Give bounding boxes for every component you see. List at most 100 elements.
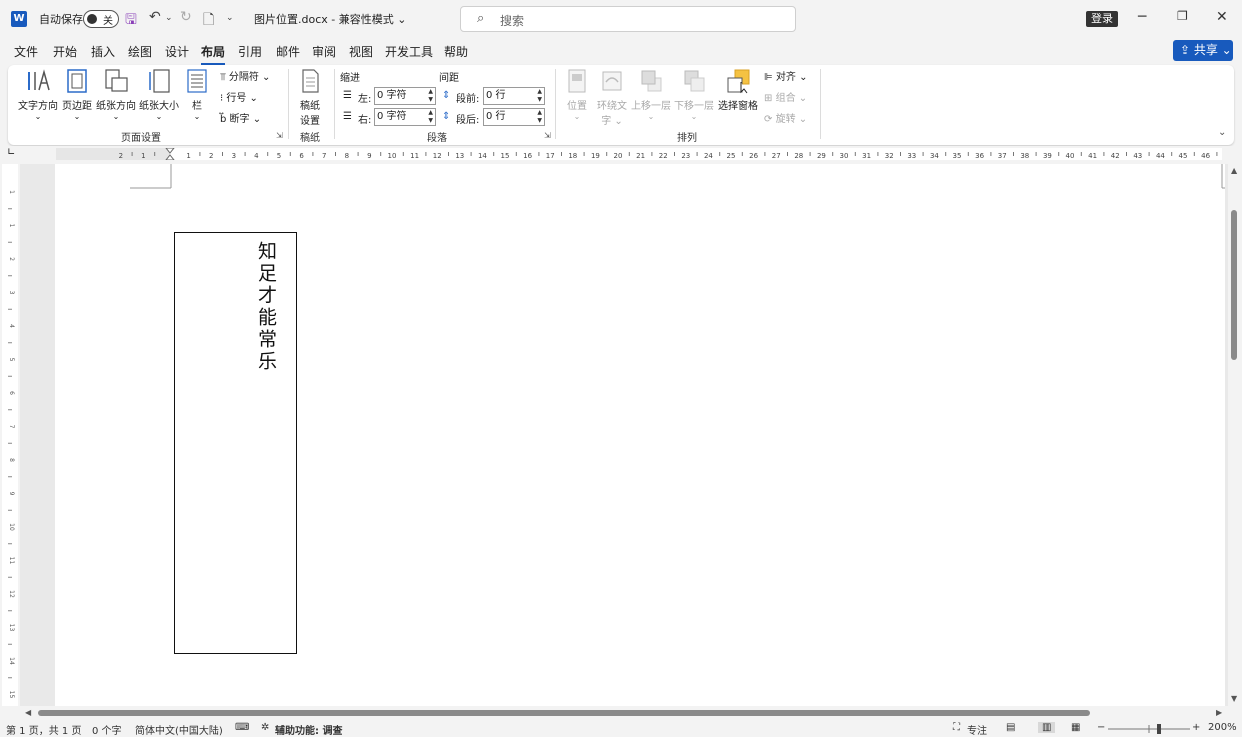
rotate-button[interactable]: ⟳ 旋转 ⌄ — [764, 110, 807, 125]
zoom-out-icon[interactable]: − — [1097, 722, 1105, 733]
autosave-toggle[interactable]: 关 — [83, 10, 119, 28]
tab-developer[interactable]: 开发工具 — [385, 43, 433, 60]
accessibility-icon: ✲ — [261, 722, 270, 733]
tab-stop-selector-icon[interactable]: ∟ — [7, 147, 15, 158]
minimize-icon[interactable]: ─ — [1138, 9, 1146, 25]
position-button[interactable]: 位置 ⌄ — [561, 68, 593, 121]
spinner-arrows-icon[interactable]: ▲ ▼ — [428, 109, 433, 125]
columns-button[interactable]: 栏 ⌄ — [184, 68, 210, 121]
tab-design[interactable]: 设计 — [165, 43, 189, 60]
tab-layout[interactable]: 布局 — [201, 43, 226, 65]
align-label: 对齐 ⌄ — [775, 72, 808, 83]
ruler-number: 4 — [8, 324, 15, 328]
close-icon[interactable]: ✕ — [1216, 9, 1228, 25]
ruler-number: 12 — [433, 152, 442, 160]
hyphenation-icon: b⃡ — [220, 114, 227, 125]
hyphenation-button[interactable]: b⃡ 断字 ⌄ — [220, 110, 261, 125]
text-predictions-icon[interactable]: ⌨ — [235, 722, 249, 733]
tab-help[interactable]: 帮助 — [444, 43, 468, 60]
paragraph-launcher-icon[interactable]: ⇲ — [544, 131, 551, 140]
wrap-text-label-line1: 环绕文 — [597, 101, 627, 112]
focus-mode-button[interactable]: 专注 — [967, 722, 987, 737]
tab-review[interactable]: 审阅 — [312, 43, 336, 60]
line-numbers-icon: ⁝ — [220, 93, 224, 104]
tab-home[interactable]: 开始 — [53, 43, 77, 60]
line-numbers-button[interactable]: ⁝ 行号 ⌄ — [220, 89, 258, 104]
print-preview-icon[interactable]: 🗋 — [203, 9, 214, 33]
horizontal-scroll-thumb[interactable] — [38, 710, 1090, 716]
scroll-up-icon[interactable]: ▲ — [1231, 166, 1237, 175]
bring-forward-button[interactable]: 上移一层 ⌄ — [631, 68, 671, 121]
tab-mailings[interactable]: 邮件 — [276, 43, 300, 60]
share-button[interactable]: ⇪ 共享 ⌄ — [1173, 40, 1233, 61]
page-setup-launcher-icon[interactable]: ⇲ — [276, 131, 283, 140]
zoom-level[interactable]: 200% — [1208, 722, 1237, 733]
web-layout-icon[interactable]: ▦ — [1071, 722, 1080, 733]
spinner-arrows-icon[interactable]: ▲ ▼ — [537, 109, 542, 125]
scroll-right-icon[interactable]: ▶ — [1216, 708, 1222, 717]
vertical-text-box[interactable]: 知足才能常乐 — [174, 232, 297, 654]
collapse-ribbon-icon[interactable]: ⌄ — [1218, 127, 1226, 138]
vertical-scrollbar[interactable]: ▲ ▼ — [1228, 164, 1242, 706]
orientation-button[interactable]: 纸张方向 ⌄ — [95, 68, 137, 121]
size-button[interactable]: 纸张大小 ⌄ — [137, 68, 181, 121]
ruler-number: 1 — [8, 190, 15, 194]
breaks-button[interactable]: ⫪ 分隔符 ⌄ — [220, 68, 270, 83]
tab-file[interactable]: 文件 — [14, 43, 38, 60]
horizontal-scrollbar[interactable]: ◀ ▶ — [20, 706, 1228, 720]
scroll-down-icon[interactable]: ▼ — [1231, 694, 1237, 703]
text-direction-button[interactable]: 文字方向 ⌄ — [16, 68, 60, 121]
indent-header: 缩进 — [340, 73, 360, 84]
spinner-arrows-icon[interactable]: ▲ ▼ — [537, 88, 542, 104]
indent-left-input[interactable]: 0 字符 ▲ ▼ — [374, 87, 436, 105]
spacing-after-input[interactable]: 0 行 ▲ ▼ — [483, 108, 545, 126]
manuscript-settings-button[interactable]: 稿纸 设置 — [295, 68, 325, 127]
scroll-left-icon[interactable]: ◀ — [25, 708, 31, 717]
read-mode-icon[interactable]: ▤ — [1006, 722, 1015, 733]
accessibility-status[interactable]: 辅助功能: 调查 — [275, 722, 342, 737]
tab-draw[interactable]: 绘图 — [128, 43, 152, 60]
login-button[interactable]: 登录 — [1086, 11, 1118, 27]
orientation-label: 纸张方向 — [96, 101, 136, 112]
spinner-arrows-icon[interactable]: ▲ ▼ — [428, 88, 433, 104]
ruler-track[interactable]: 2 1 1 2 3 4 5 6 7 8 9 10 11 12 13 14 15 16 17 18 19 20 21 22 23 2… — [56, 147, 1222, 161]
tab-references[interactable]: 引用 — [238, 43, 262, 60]
document-area[interactable]: 知足才能常乐 — [20, 164, 1228, 706]
undo-dropdown-icon[interactable]: ⌄ — [165, 13, 173, 23]
toggle-knob — [87, 14, 97, 24]
undo-icon[interactable]: ↶ — [149, 9, 161, 25]
manuscript-label-line2: 设置 — [300, 116, 320, 127]
group-button[interactable]: ⊞ 组合 ⌄ — [764, 89, 807, 104]
ruler-number: 20 — [614, 152, 623, 160]
spacing-before-input[interactable]: 0 行 ▲ ▼ — [483, 87, 545, 105]
tab-insert[interactable]: 插入 — [91, 43, 115, 60]
align-button[interactable]: ⊫ 对齐 ⌄ — [764, 68, 807, 83]
save-icon[interactable]: 🖫 — [125, 9, 137, 33]
language-indicator[interactable]: 简体中文(中国大陆) — [135, 722, 223, 737]
redo-icon[interactable]: ↻ — [180, 9, 192, 25]
selection-pane-button[interactable]: 选择窗格 — [716, 68, 760, 112]
send-backward-button[interactable]: 下移一层 ⌄ — [674, 68, 714, 121]
text-box-content[interactable]: 知足才能常乐 — [253, 241, 280, 373]
spacing-before-value: 0 行 — [486, 90, 506, 101]
vertical-ruler[interactable]: 112345678910111213141516 — [2, 164, 18, 732]
ruler-number: 45 — [1179, 152, 1188, 160]
hyphenation-label: 断字 ⌄ — [229, 114, 262, 125]
restore-icon[interactable]: ❐ — [1177, 9, 1188, 23]
document-page[interactable]: 知足才能常乐 — [55, 164, 1225, 706]
zoom-slider-knob[interactable] — [1157, 724, 1161, 734]
search-box[interactable]: ⌕ 搜索 — [460, 6, 796, 32]
zoom-in-icon[interactable]: + — [1192, 722, 1200, 733]
word-count[interactable]: 0 个字 — [92, 722, 122, 737]
print-layout-icon[interactable]: ▥ — [1038, 722, 1056, 733]
indent-right-input[interactable]: 0 字符 ▲ ▼ — [374, 108, 436, 126]
page-info[interactable]: 第 1 页，共 1 页 — [6, 722, 81, 737]
zoom-slider[interactable] — [1108, 723, 1190, 735]
vertical-scroll-thumb[interactable] — [1231, 210, 1237, 360]
customize-quick-access-icon[interactable]: ⌄ — [226, 13, 234, 23]
margins-button[interactable]: 页边距 ⌄ — [60, 68, 94, 121]
document-title[interactable]: 图片位置.docx - 兼容性模式 ⌄ — [254, 11, 406, 27]
ruler-number: 7 — [322, 152, 326, 160]
wrap-text-button[interactable]: 环绕文 字 ⌄ — [595, 68, 629, 127]
tab-view[interactable]: 视图 — [349, 43, 373, 60]
